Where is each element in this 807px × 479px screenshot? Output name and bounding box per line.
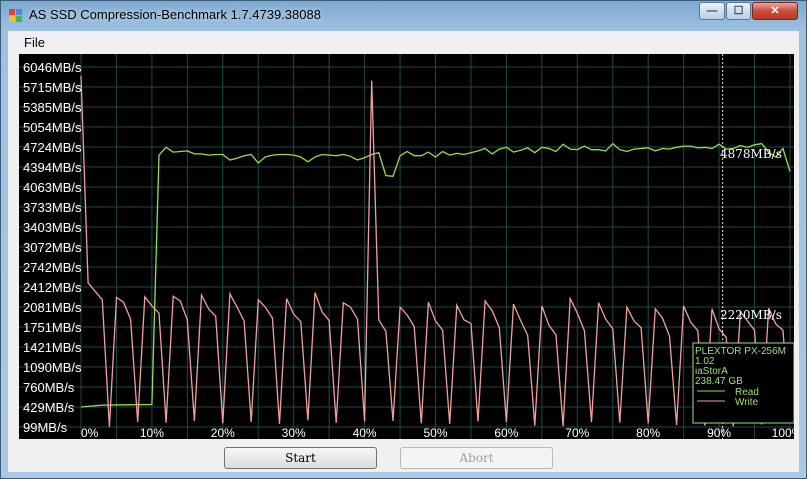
read-speed-annotation: 4878MB/s bbox=[720, 147, 782, 161]
y-tick-label: 6046MB/s bbox=[23, 60, 82, 75]
compression-chart: 6046MB/s 5715MB/s 5385MB/s 5054MB/s 4724MB/s… bbox=[19, 54, 794, 439]
y-tick-label: 5054MB/s bbox=[23, 120, 82, 135]
y-tick-label: 3072MB/s bbox=[23, 240, 82, 255]
x-tick-label: 0% bbox=[81, 426, 99, 439]
x-tick-label: 90% bbox=[707, 426, 731, 439]
y-tick-label: 429MB/s bbox=[23, 400, 75, 415]
x-tick-label: 60% bbox=[494, 426, 518, 439]
write-speed-annotation: 2220MB/s bbox=[720, 308, 782, 322]
close-icon: ✕ bbox=[770, 5, 780, 17]
y-tick-label: 4724MB/s bbox=[23, 140, 82, 155]
y-tick-label: 760MB/s bbox=[23, 380, 75, 395]
client-area: File 6046MB/s 5715MB/s 5385MB/s 5054MB/s 472… bbox=[8, 31, 799, 472]
y-tick-label: 5385MB/s bbox=[23, 100, 82, 115]
y-tick-label: 3733MB/s bbox=[23, 200, 82, 215]
y-tick-label: 1421MB/s bbox=[23, 340, 82, 355]
minimize-icon: — bbox=[706, 5, 718, 17]
y-tick-label: 2412MB/s bbox=[23, 280, 82, 295]
title-bar[interactable]: AS SSD Compression-Benchmark 1.7.4739.38… bbox=[1, 1, 806, 30]
x-tick-label: 10% bbox=[140, 426, 164, 439]
start-button[interactable]: Start bbox=[224, 447, 377, 469]
abort-button[interactable]: Abort bbox=[400, 447, 553, 469]
y-tick-label: 2742MB/s bbox=[23, 260, 82, 275]
y-tick-label: 5715MB/s bbox=[23, 80, 82, 95]
y-tick-label: 99MB/s bbox=[23, 420, 68, 435]
x-tick-label: 20% bbox=[211, 426, 235, 439]
x-tick-label: 100% bbox=[772, 426, 794, 439]
y-tick-label: 2081MB/s bbox=[23, 300, 82, 315]
app-icon bbox=[9, 9, 23, 23]
menu-bar: File bbox=[8, 31, 799, 53]
app-window: AS SSD Compression-Benchmark 1.7.4739.38… bbox=[0, 0, 807, 479]
x-tick-label: 80% bbox=[636, 426, 660, 439]
y-tick-label: 4394MB/s bbox=[23, 160, 82, 175]
y-tick-label: 1751MB/s bbox=[23, 320, 82, 335]
maximize-button[interactable]: ☐ bbox=[726, 2, 751, 20]
x-tick-label: 70% bbox=[565, 426, 589, 439]
y-tick-label: 3403MB/s bbox=[23, 220, 82, 235]
minimize-button[interactable]: — bbox=[699, 2, 725, 20]
x-tick-label: 50% bbox=[423, 426, 447, 439]
x-tick-label: 30% bbox=[282, 426, 306, 439]
y-tick-label: 1090MB/s bbox=[23, 360, 82, 375]
y-tick-label: 4063MB/s bbox=[23, 180, 82, 195]
maximize-icon: ☐ bbox=[733, 5, 744, 17]
disk-capacity: 238.47 GB bbox=[695, 376, 743, 387]
legend-write-label: Write bbox=[735, 397, 759, 408]
menu-file[interactable]: File bbox=[24, 35, 45, 50]
x-tick-label: 40% bbox=[353, 426, 377, 439]
close-button[interactable]: ✕ bbox=[752, 2, 798, 20]
window-title: AS SSD Compression-Benchmark 1.7.4739.38… bbox=[29, 7, 321, 22]
chart-canvas: 6046MB/s 5715MB/s 5385MB/s 5054MB/s 4724MB/s… bbox=[19, 54, 794, 439]
